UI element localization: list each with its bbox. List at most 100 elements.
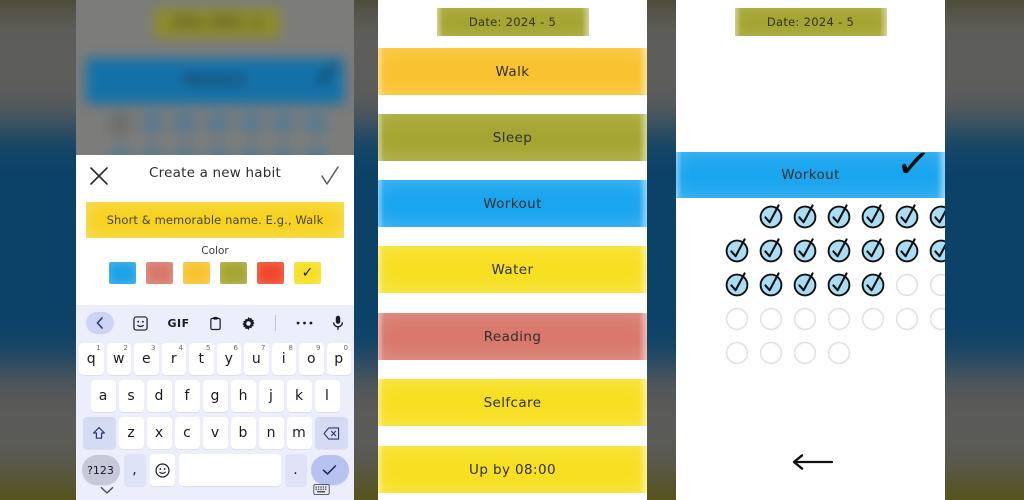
color-swatch-list: ✓	[76, 262, 354, 284]
clipboard-icon[interactable]	[209, 316, 222, 331]
arrow-left-icon[interactable]	[792, 453, 834, 475]
sticker-icon[interactable]	[133, 315, 148, 331]
key-e[interactable]: e3	[134, 343, 159, 375]
check-cell-blank[interactable]	[724, 338, 752, 366]
back-chevron-icon[interactable]	[86, 312, 114, 334]
key-d[interactable]: d	[146, 380, 172, 412]
color-swatch-red[interactable]	[257, 262, 284, 284]
gif-icon[interactable]: GIF	[168, 317, 190, 330]
habit-name-input[interactable]: Short & memorable name. E.g., Walk	[86, 202, 344, 238]
habit-bar-walk[interactable]: Walk	[378, 48, 647, 95]
key-superscript: 5	[206, 344, 211, 352]
gear-icon[interactable]	[241, 316, 256, 331]
dialog-header: Create a new habit	[76, 155, 354, 197]
check-cell-blank[interactable]	[928, 270, 945, 298]
key-t[interactable]: t5	[189, 343, 214, 375]
habit-bar-reading[interactable]: Reading	[378, 313, 647, 360]
check-cell-blank[interactable]	[792, 304, 820, 332]
check-cell-blank[interactable]	[894, 304, 922, 332]
key-i[interactable]: i8	[271, 343, 296, 375]
key-q[interactable]: q1	[79, 343, 104, 375]
check-cell-checked[interactable]	[792, 270, 820, 298]
check-cell-blank[interactable]	[758, 304, 786, 332]
key-b[interactable]: b	[230, 417, 256, 449]
key-w[interactable]: w2	[106, 343, 131, 375]
more-icon[interactable]	[296, 320, 313, 326]
habit-bar-label: Walk	[495, 63, 530, 80]
key-superscript: 9	[316, 344, 321, 352]
key-m[interactable]: m	[286, 417, 312, 449]
check-cell-checked[interactable]	[928, 202, 945, 230]
keyboard-switch-icon[interactable]	[313, 480, 330, 499]
panel1-date-badge: Date: 2024 - 5	[154, 8, 280, 38]
key-j[interactable]: j	[258, 380, 284, 412]
color-swatch-salmon[interactable]	[146, 262, 173, 284]
check-cell-blank[interactable]	[860, 304, 888, 332]
check-cell-checked[interactable]	[758, 236, 786, 264]
habit-bar-sleep[interactable]: Sleep	[378, 114, 647, 161]
key-u[interactable]: u7	[244, 343, 269, 375]
toolbar-divider	[275, 315, 277, 331]
habit-bar-label: Up by 08:00	[469, 461, 556, 478]
key-g[interactable]: g	[202, 380, 228, 412]
check-cell-checked[interactable]	[758, 202, 786, 230]
key-o[interactable]: o9	[299, 343, 324, 375]
check-cell-checked[interactable]	[758, 270, 786, 298]
check-cell-checked[interactable]	[860, 236, 888, 264]
backspace-key[interactable]	[314, 417, 348, 449]
shift-key[interactable]	[82, 417, 116, 449]
color-swatch-blue[interactable]	[109, 262, 136, 284]
key-p[interactable]: p0	[326, 343, 351, 375]
key-a[interactable]: a	[90, 380, 116, 412]
check-cell-checked[interactable]	[860, 270, 888, 298]
key-n[interactable]: n	[258, 417, 284, 449]
check-cell-blank[interactable]	[724, 304, 752, 332]
panel1-date-text: Date: 2024 - 5	[173, 16, 261, 29]
key-k[interactable]: k	[286, 380, 312, 412]
check-cell-blank[interactable]	[826, 338, 854, 366]
check-grid-row	[724, 202, 945, 230]
check-cell-checked[interactable]	[826, 202, 854, 230]
key-r[interactable]: r4	[161, 343, 186, 375]
panel1-grid-cell	[108, 110, 132, 136]
check-cell-blank[interactable]	[792, 338, 820, 366]
check-cell-empty	[724, 202, 752, 230]
keyboard-row-2: asdfghjkl	[79, 380, 351, 412]
check-cell-checked[interactable]	[724, 270, 752, 298]
confirm-check-icon[interactable]	[320, 165, 340, 187]
color-swatch-yellow[interactable]: ✓	[294, 262, 321, 284]
check-cell-checked[interactable]	[724, 236, 752, 264]
check-cell-checked[interactable]	[792, 236, 820, 264]
check-cell-checked[interactable]	[826, 236, 854, 264]
key-s[interactable]: s	[118, 380, 144, 412]
check-cell-checked[interactable]	[792, 202, 820, 230]
color-swatch-amber[interactable]	[183, 262, 210, 284]
check-cell-checked[interactable]	[894, 202, 922, 230]
color-swatch-olive[interactable]	[220, 262, 247, 284]
check-cell-checked[interactable]	[894, 236, 922, 264]
key-x[interactable]: x	[146, 417, 172, 449]
habit-bar-workout[interactable]: Workout	[378, 180, 647, 227]
check-cell-checked[interactable]	[928, 236, 945, 264]
check-cell-blank[interactable]	[928, 304, 945, 332]
habit-bar-up-by-08-00[interactable]: Up by 08:00	[378, 446, 647, 493]
check-cell-blank[interactable]	[758, 338, 786, 366]
key-z[interactable]: z	[118, 417, 144, 449]
check-cell-checked[interactable]	[826, 270, 854, 298]
key-y[interactable]: y6	[216, 343, 241, 375]
habit-bar-selfcare[interactable]: Selfcare	[378, 379, 647, 426]
key-l[interactable]: l	[314, 380, 340, 412]
key-superscript: 7	[261, 344, 266, 352]
check-cell-blank[interactable]	[894, 270, 922, 298]
key-v[interactable]: v	[202, 417, 228, 449]
key-h[interactable]: h	[230, 380, 256, 412]
habit-bar-label: Selfcare	[483, 394, 542, 411]
key-superscript: 1	[96, 344, 101, 352]
microphone-icon[interactable]	[332, 315, 344, 331]
habit-bar-water[interactable]: Water	[378, 246, 647, 293]
check-cell-checked[interactable]	[860, 202, 888, 230]
chevron-down-icon[interactable]	[100, 480, 114, 499]
check-cell-blank[interactable]	[826, 304, 854, 332]
key-f[interactable]: f	[174, 380, 200, 412]
key-c[interactable]: c	[174, 417, 200, 449]
